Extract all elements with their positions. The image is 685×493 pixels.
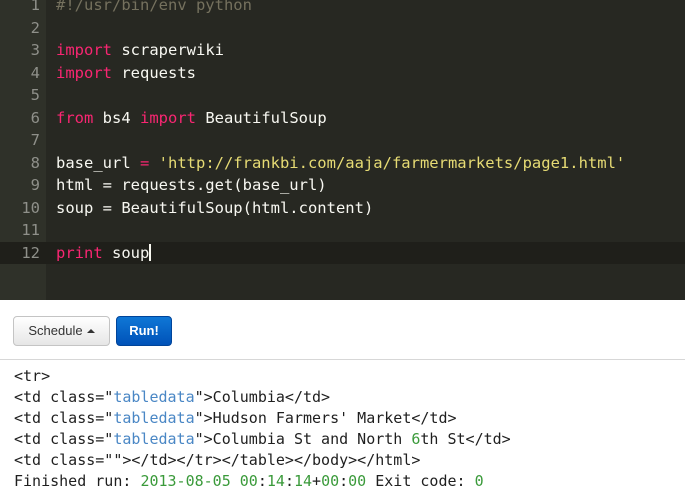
console-text: th St</td> [420,430,511,448]
attr-value: tabledata [113,388,195,406]
code-text: html = requests.get(base_url) [56,174,327,196]
identifier-token: bs4 [93,108,140,127]
console-text: : [284,472,294,490]
toolbar: Schedule Run! [0,300,685,360]
code-line[interactable]: 3 import scraperwiki [0,39,685,61]
identifier-token: requests [112,63,196,82]
code-text: import scraperwiki [56,39,224,61]
code-line[interactable]: 10 soup = BeautifulSoup(html.content) [0,197,685,219]
run-tz-hour: 00 [321,472,340,490]
code-text: import requests [56,62,196,84]
console-line: <td class="tabledata">Hudson Farmers' Ma… [14,408,457,429]
code-line[interactable]: 8 base_url = 'http://frankbi.com/aaja/far… [0,152,685,174]
identifier-token: BeautifulSoup [196,108,327,127]
console-line: <td class="tabledata">Columbia</td> [14,387,330,408]
comment-token: #!/usr/bin/env python [56,0,252,14]
console-text: : [257,472,267,490]
console-text: <td class=" [14,409,114,427]
run-button-label: Run! [129,323,159,338]
keyword-token: from [56,108,94,127]
console-text: <td class=" [14,388,114,406]
run-time-minute: 14 [266,472,285,490]
line-number: 6 [30,108,40,127]
schedule-button-label: Schedule [28,323,83,338]
console-line: <td class=""></td></tr></table></body></… [14,451,421,469]
run-time-hour: 00 [239,472,258,490]
code-token: soup = BeautifulSoup(html.content) [56,198,374,217]
console-text: ">Columbia St and North [194,430,412,448]
code-text: #!/usr/bin/env python [56,0,252,16]
code-line[interactable]: 1 #!/usr/bin/env python [0,0,685,16]
code-editor[interactable]: 1 #!/usr/bin/env python 2 3 import scraperwi… [0,0,685,300]
code-token: html = requests.get(base_url) [56,176,327,194]
console-text: ">Hudson Farmers' Market</td> [194,409,457,427]
run-date: 2013-08-05 [140,472,231,490]
finished-run-label: Finished run: [14,472,141,490]
console-text: <td class=" [14,430,114,448]
line-number: 5 [30,86,40,104]
line-number: 3 [30,41,40,59]
line-number: 12 [21,243,40,262]
identifier-token: soup [102,243,150,262]
exit-code-label: Exit code: [366,472,475,490]
line-number: 11 [21,221,40,239]
exit-code-value: 0 [474,472,484,490]
code-text: print soup [56,242,152,264]
code-line[interactable]: 9 html = requests.get(base_url) [0,174,685,196]
code-line[interactable]: 7 [0,129,685,151]
identifier-token: scraperwiki [112,41,224,59]
code-line[interactable]: 2 [0,17,685,39]
run-button[interactable]: Run! [116,316,172,346]
console-text: : [339,472,349,490]
line-number: 9 [30,176,40,194]
keyword-token: import [56,41,112,59]
caret-up-icon [86,329,95,333]
identifier-token: base_url [56,153,131,172]
attr-value: tabledata [113,430,195,448]
code-line[interactable]: 11 [0,219,685,241]
run-time-second: 14 [293,472,313,490]
keyword-token: print [56,243,103,262]
string-token: 'http://frankbi.com/aaja/farmermarkets/p… [158,153,626,172]
code-line[interactable]: 12 print soup [0,241,685,264]
run-tz-minute: 00 [348,472,367,490]
code-line[interactable]: 4 import requests [0,62,685,84]
console-line: <td class="tabledata">Columbia St and No… [14,429,511,450]
operator-token: = [130,153,159,172]
code-text: base_url = 'http://frankbi.com/aaja/farm… [56,152,625,174]
line-number: 2 [30,18,40,37]
code-line[interactable]: 6 from bs4 import BeautifulSoup [0,107,685,129]
keyword-token: import [56,63,112,82]
schedule-button[interactable]: Schedule [13,316,110,346]
attr-value: tabledata [113,409,195,427]
line-number: 4 [30,63,40,82]
line-number: 10 [21,198,40,217]
line-number: 7 [30,131,40,149]
console-line: <tr> [14,367,51,385]
text-cursor [149,243,152,261]
console-output[interactable]: <tr> <td class="tabledata">Columbia</td>… [0,360,685,493]
line-number: 8 [30,153,40,172]
finished-run-line: Finished run: 2013-08-05 00:14:14+00:00 … [14,471,484,492]
code-text: soup = BeautifulSoup(html.content) [56,197,373,219]
keyword-token: import [140,108,196,127]
code-text: from bs4 import BeautifulSoup [56,107,327,129]
console-text: + [312,472,322,490]
code-line[interactable]: 5 [0,84,685,106]
console-text: ">Columbia</td> [194,388,331,406]
line-number: 1 [30,0,40,14]
